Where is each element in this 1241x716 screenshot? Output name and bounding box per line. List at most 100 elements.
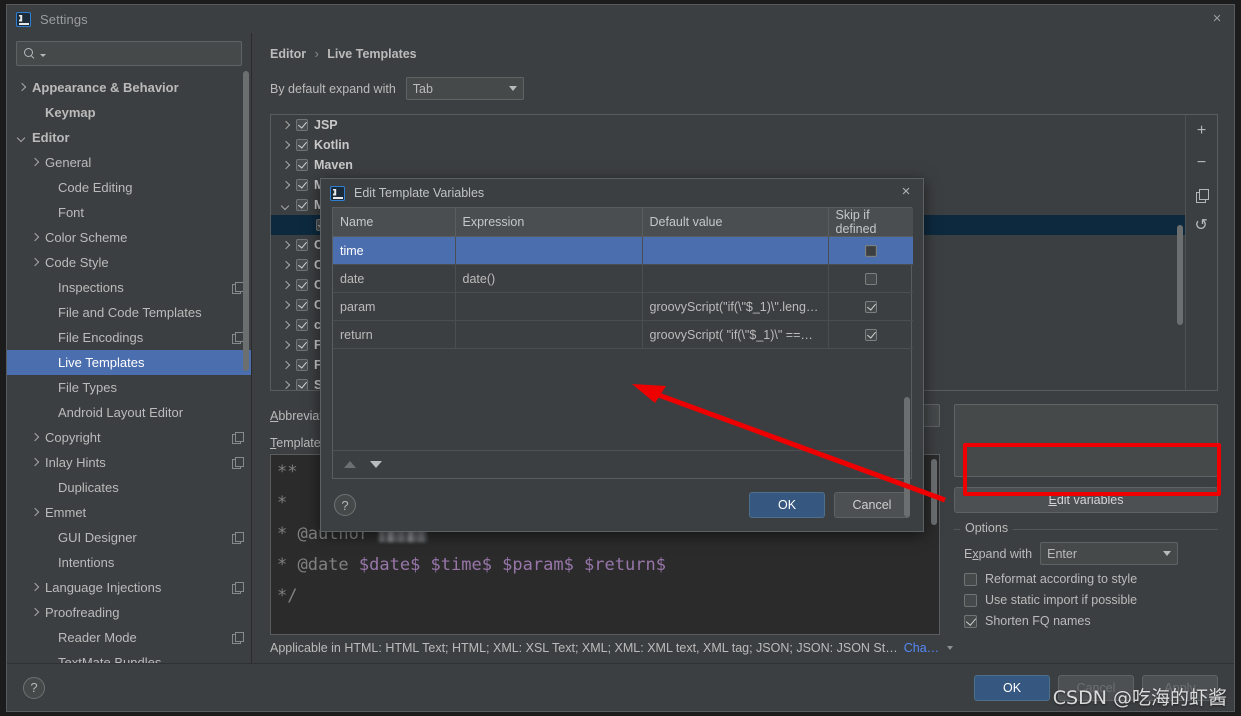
chevron-down-icon[interactable]	[281, 200, 292, 211]
skip-if-defined-checkbox[interactable]	[864, 301, 877, 314]
template-enabled-checkbox[interactable]	[296, 199, 308, 211]
triangle-down-icon[interactable]	[370, 461, 382, 468]
ok-button[interactable]: OK	[974, 674, 1050, 701]
sidebar-item-code-style[interactable]: Code Style	[7, 250, 251, 275]
chevron-right-icon[interactable]	[281, 180, 292, 191]
variables-table-scrollbar[interactable]	[904, 397, 910, 517]
chevron-right-icon[interactable]	[30, 258, 40, 268]
chevron-right-icon[interactable]	[17, 83, 27, 93]
help-button[interactable]: ?	[23, 676, 45, 699]
duplicate-template-button[interactable]	[1192, 185, 1212, 205]
variables-column-header[interactable]: Expression	[455, 208, 643, 237]
chevron-right-icon[interactable]	[281, 280, 292, 291]
chevron-right-icon[interactable]	[281, 120, 292, 131]
chevron-right-icon[interactable]	[30, 158, 40, 168]
variable-skip-cell[interactable]	[828, 320, 913, 349]
sidebar-item-proofreading[interactable]: Proofreading	[7, 600, 251, 625]
dialog-ok-button[interactable]: OK	[749, 492, 825, 518]
variables-table-row[interactable]: time	[333, 236, 913, 265]
template-enabled-checkbox[interactable]	[296, 319, 308, 331]
sidebar-item-textmate-bundles[interactable]: TextMate Bundles	[7, 650, 251, 663]
variables-column-header[interactable]: Default value	[642, 208, 829, 237]
chevron-right-icon[interactable]	[281, 240, 292, 251]
dialog-help-button[interactable]: ?	[334, 494, 356, 516]
edit-variables-button[interactable]: Edit variables	[954, 487, 1218, 513]
chevron-right-icon[interactable]	[281, 260, 292, 271]
dialog-cancel-button[interactable]: Cancel	[834, 492, 910, 518]
sidebar-item-duplicates[interactable]: Duplicates	[7, 475, 251, 500]
template-enabled-checkbox[interactable]	[296, 119, 308, 131]
variable-expression-cell[interactable]	[455, 292, 643, 321]
variable-default-cell[interactable]: groovyScript("if(\"$_1)\".leng…	[642, 292, 829, 321]
chevron-right-icon[interactable]	[281, 340, 292, 351]
template-enabled-checkbox[interactable]	[296, 259, 308, 271]
sidebar-item-font[interactable]: Font	[7, 200, 251, 225]
option-checkbox[interactable]	[964, 593, 977, 607]
variable-skip-cell[interactable]	[828, 264, 913, 293]
chevron-right-icon[interactable]	[30, 233, 40, 243]
sidebar-item-keymap[interactable]: Keymap	[7, 100, 251, 125]
variable-expression-cell[interactable]	[455, 320, 643, 349]
skip-if-defined-checkbox[interactable]	[864, 329, 877, 342]
variables-column-header[interactable]: Skip if defined	[828, 208, 913, 237]
template-enabled-checkbox[interactable]	[296, 299, 308, 311]
sidebar-item-inspections[interactable]: Inspections	[7, 275, 251, 300]
chevron-right-icon[interactable]	[30, 508, 40, 518]
variable-skip-cell[interactable]	[828, 292, 913, 321]
skip-if-defined-checkbox[interactable]	[864, 245, 877, 258]
variable-default-cell[interactable]: groovyScript( "if(\"$_1)\" ==…	[642, 320, 829, 349]
template-enabled-checkbox[interactable]	[296, 179, 308, 191]
variable-skip-cell[interactable]	[828, 236, 913, 265]
triangle-up-icon[interactable]	[344, 461, 356, 468]
breadcrumb-parent[interactable]: Editor	[270, 47, 306, 61]
sidebar-item-reader-mode[interactable]: Reader Mode	[7, 625, 251, 650]
variable-default-cell[interactable]	[642, 236, 829, 265]
chevron-right-icon[interactable]	[281, 140, 292, 151]
chevron-right-icon[interactable]	[281, 160, 292, 171]
search-input[interactable]	[46, 45, 235, 62]
template-group-row[interactable]: JSP	[271, 115, 1185, 135]
variable-expression-cell[interactable]	[455, 236, 643, 265]
variables-column-header[interactable]: Name	[333, 208, 456, 237]
variables-table-row[interactable]: param groovyScript("if(\"$_1)\".leng…	[333, 292, 913, 321]
sidebar-item-intentions[interactable]: Intentions	[7, 550, 251, 575]
template-enabled-checkbox[interactable]	[296, 379, 308, 390]
template-enabled-checkbox[interactable]	[296, 239, 308, 251]
chevron-right-icon[interactable]	[281, 320, 292, 331]
sidebar-item-gui-designer[interactable]: GUI Designer	[7, 525, 251, 550]
sidebar-item-android-layout-editor[interactable]: Android Layout Editor	[7, 400, 251, 425]
sidebar-item-general[interactable]: General	[7, 150, 251, 175]
chevron-right-icon[interactable]	[30, 608, 40, 618]
sidebar-item-file-and-code-templates[interactable]: File and Code Templates	[7, 300, 251, 325]
expand-with-select[interactable]: Enter	[1040, 542, 1179, 565]
sidebar-item-file-encodings[interactable]: File Encodings	[7, 325, 251, 350]
chevron-right-icon[interactable]	[281, 380, 292, 391]
template-enabled-checkbox[interactable]	[296, 139, 308, 151]
add-template-button[interactable]: +	[1192, 121, 1212, 141]
variable-default-cell[interactable]	[642, 264, 829, 293]
templates-scrollbar[interactable]	[1177, 225, 1183, 325]
chevron-right-icon[interactable]	[30, 433, 40, 443]
variable-name-cell[interactable]: param	[333, 292, 456, 321]
skip-if-defined-checkbox[interactable]	[864, 273, 877, 286]
close-icon[interactable]: ×	[1209, 11, 1225, 27]
option-checkbox[interactable]	[964, 572, 977, 586]
sidebar-item-color-scheme[interactable]: Color Scheme	[7, 225, 251, 250]
template-group-row[interactable]: Kotlin	[271, 135, 1185, 155]
search-box[interactable]	[16, 41, 242, 66]
cancel-button[interactable]: Cancel	[1058, 674, 1134, 701]
template-group-row[interactable]: Maven	[271, 155, 1185, 175]
sidebar-item-copyright[interactable]: Copyright	[7, 425, 251, 450]
default-expand-select[interactable]: Tab	[405, 77, 524, 100]
option-checkbox[interactable]	[964, 614, 977, 628]
template-enabled-checkbox[interactable]	[296, 279, 308, 291]
sidebar-item-appearance-behavior[interactable]: Appearance & Behavior	[7, 75, 251, 100]
sidebar-item-inlay-hints[interactable]: Inlay Hints	[7, 450, 251, 475]
chevron-right-icon[interactable]	[30, 583, 40, 593]
sidebar-item-live-templates[interactable]: Live Templates	[7, 350, 251, 375]
chevron-right-icon[interactable]	[281, 360, 292, 371]
chevron-down-icon[interactable]	[17, 133, 27, 143]
close-icon[interactable]: ×	[898, 184, 914, 200]
template-enabled-checkbox[interactable]	[296, 339, 308, 351]
apply-button[interactable]: Apply	[1142, 674, 1218, 701]
